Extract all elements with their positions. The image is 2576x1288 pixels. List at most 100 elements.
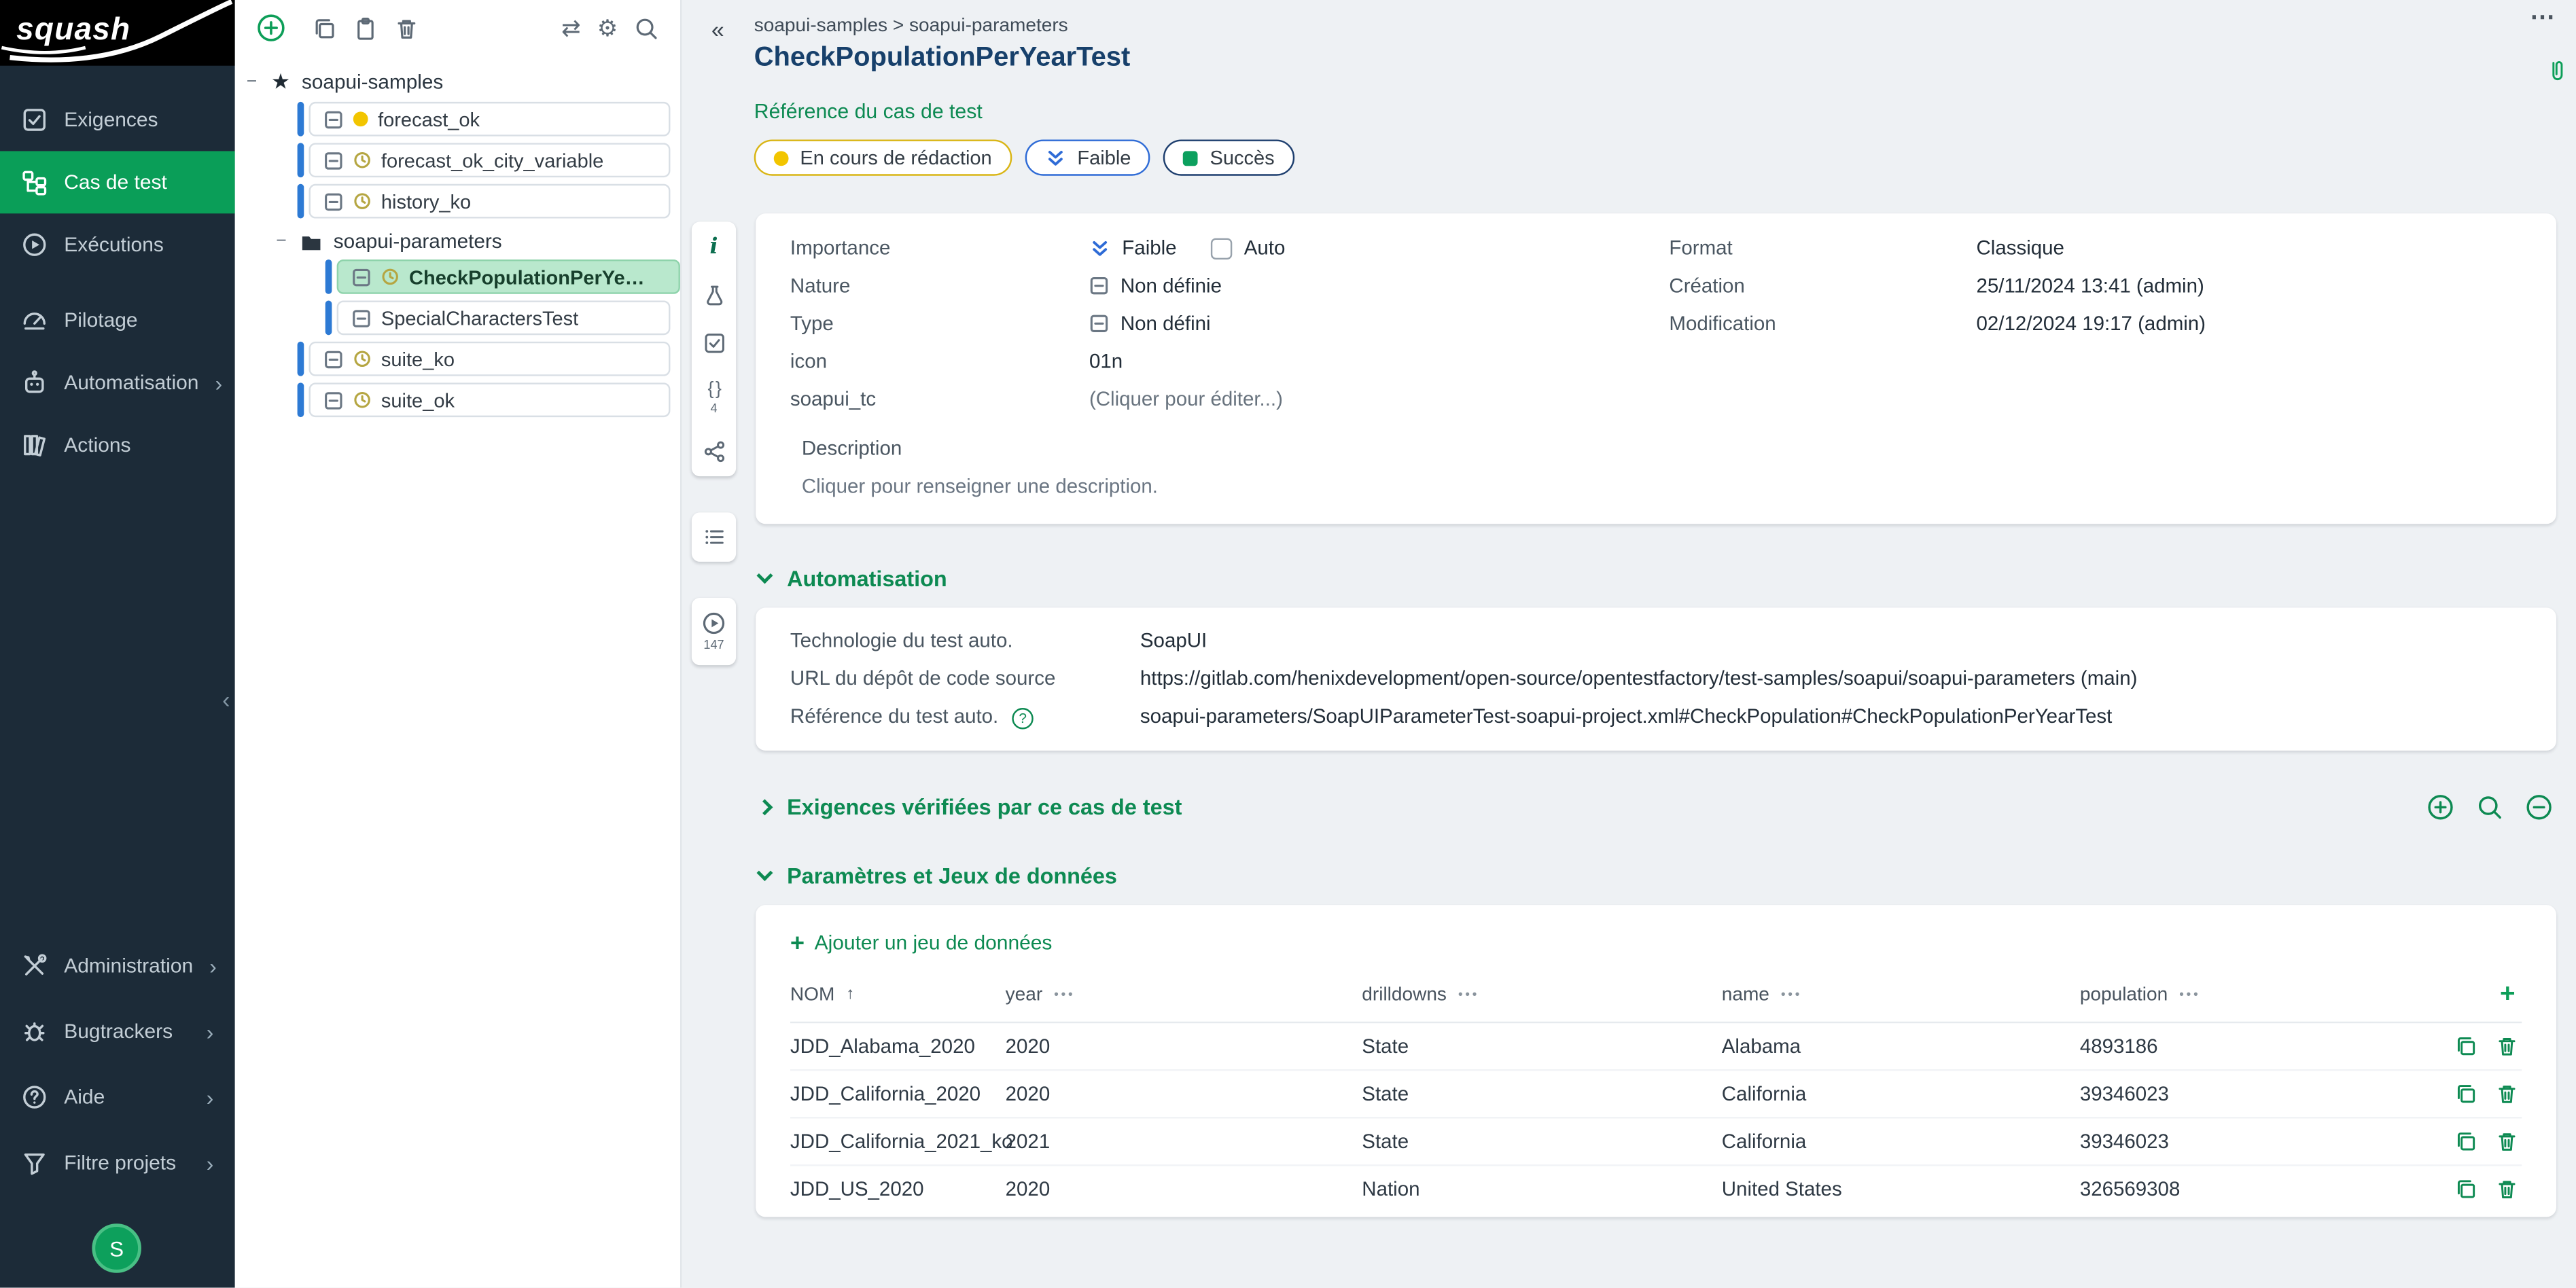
drag-handle[interactable] xyxy=(325,300,332,335)
column-header-population[interactable]: population ••• xyxy=(2080,984,2327,1005)
section-requirements-header[interactable]: Exigences vérifiées par ce cas de test xyxy=(759,793,2553,821)
tree-node-forecast-ok[interactable]: forecast_ok xyxy=(309,102,671,137)
sidebar-item-filtre-projets[interactable]: Filtre projets › xyxy=(0,1130,235,1196)
sidebar-item-executions[interactable]: Exécutions xyxy=(0,213,235,276)
share-anchor[interactable] xyxy=(703,440,726,463)
column-header-year[interactable]: year ••• xyxy=(1006,984,1362,1005)
column-menu-icon[interactable]: ••• xyxy=(1781,987,1802,1002)
description-placeholder[interactable]: Cliquer pour renseigner une description. xyxy=(802,475,2522,498)
tree-project-root[interactable]: − ★ soapui-samples xyxy=(247,69,680,96)
sidebar-item-administration[interactable]: Administration › xyxy=(0,933,235,999)
tree-node-checkpopulationperyeartest[interactable]: CheckPopulationPerYearTest xyxy=(337,260,680,294)
column-header-drilldowns[interactable]: drilldowns ••• xyxy=(1362,984,1721,1005)
column-menu-icon[interactable]: ••• xyxy=(1054,987,1075,1002)
add-dataset-label: Ajouter un jeu de données xyxy=(815,931,1053,954)
column-header-nom[interactable]: NOM ↑ xyxy=(790,984,1006,1005)
automation-ref-value[interactable]: soapui-parameters/SoapUIParameterTest-so… xyxy=(1140,705,2522,728)
drag-handle[interactable] xyxy=(298,342,304,376)
dataset-row[interactable]: JDD_California_2020 2020 State Californi… xyxy=(790,1070,2522,1117)
link-requirement-icon[interactable] xyxy=(2427,793,2454,821)
breadcrumb[interactable]: soapui-samples > soapui-parameters xyxy=(754,15,1068,36)
requirements-anchor[interactable] xyxy=(703,332,726,355)
drag-handle[interactable] xyxy=(298,184,304,219)
tree-node-suite-ko[interactable]: suite_ko xyxy=(309,342,671,376)
sort-transfer-icon[interactable]: ⇄ xyxy=(561,16,580,39)
type-value[interactable]: Non défini xyxy=(1089,312,1669,335)
search-icon[interactable] xyxy=(634,16,658,40)
add-parameter-icon[interactable]: + xyxy=(2500,980,2522,1009)
column-menu-icon[interactable]: ••• xyxy=(2179,987,2200,1002)
status-badge-draft[interactable]: En cours de rédaction xyxy=(754,140,1012,176)
scroll-content[interactable]: i { } 4 xyxy=(682,205,2576,1287)
paste-icon[interactable] xyxy=(353,16,378,40)
sidebar-collapse-icon[interactable]: ‹ xyxy=(222,687,230,713)
information-anchor[interactable]: i xyxy=(709,235,718,260)
collapse-toggle-icon[interactable]: − xyxy=(276,232,289,251)
help-icon[interactable]: ? xyxy=(1012,707,1034,728)
delete-dataset-icon[interactable] xyxy=(2496,1178,2519,1201)
delete-dataset-icon[interactable] xyxy=(2496,1081,2519,1105)
squash-logo[interactable]: squash xyxy=(0,0,235,66)
soapui-tc-value[interactable]: (Cliquer pour éditer...) xyxy=(1089,388,1669,411)
sidebar-item-automatisation[interactable]: Automatisation › xyxy=(0,351,235,414)
tree-node-specialcharacterstest[interactable]: SpecialCharactersTest xyxy=(337,300,671,335)
section-automation-header[interactable]: Automatisation xyxy=(759,567,2553,591)
search-requirement-icon[interactable] xyxy=(2476,793,2504,821)
nature-value[interactable]: Non définie xyxy=(1089,274,1669,298)
tree-node-suite-ok[interactable]: suite_ok xyxy=(309,382,671,417)
parameters-anchor[interactable]: { } 4 xyxy=(708,379,720,415)
copy-icon[interactable] xyxy=(312,16,336,40)
row-actions xyxy=(2327,1129,2522,1152)
section-parameters-header[interactable]: Paramètres et Jeux de données xyxy=(759,863,2553,888)
sidebar-item-actions[interactable]: Actions xyxy=(0,414,235,476)
executions-anchor[interactable]: 147 xyxy=(692,598,736,665)
drag-handle[interactable] xyxy=(325,260,332,294)
tree-folder-soapui-parameters[interactable]: − soapui-parameters xyxy=(276,230,680,253)
gear-icon[interactable]: ⚙ xyxy=(597,16,618,39)
drag-handle[interactable] xyxy=(298,382,304,417)
collapse-tree-icon[interactable]: « xyxy=(711,16,724,43)
execution-status-badge[interactable]: Succès xyxy=(1164,140,1294,176)
list-anchor[interactable] xyxy=(692,512,736,562)
attachments-paperclip-icon[interactable] xyxy=(2546,59,2567,84)
sidebar-item-aide[interactable]: Aide › xyxy=(0,1065,235,1130)
tree-node-history-ko[interactable]: history_ko xyxy=(309,184,671,219)
unlink-requirement-icon[interactable] xyxy=(2525,793,2553,821)
sidebar-item-cas-de-test[interactable]: Cas de test xyxy=(0,151,235,213)
delete-dataset-icon[interactable] xyxy=(2496,1129,2519,1152)
sidebar-item-exigences[interactable]: Exigences xyxy=(0,89,235,151)
duplicate-dataset-icon[interactable] xyxy=(2454,1081,2477,1105)
collapse-toggle-icon[interactable]: − xyxy=(247,72,260,92)
drag-handle[interactable] xyxy=(298,102,304,137)
auto-checkbox[interactable] xyxy=(1211,237,1232,258)
delete-dataset-icon[interactable] xyxy=(2496,1034,2519,1057)
column-menu-icon[interactable]: ••• xyxy=(1458,987,1479,1002)
row-actions xyxy=(2327,1081,2522,1105)
tree-node-forecast-ok-city-variable[interactable]: forecast_ok_city_variable xyxy=(309,143,671,177)
sidebar-item-pilotage[interactable]: Pilotage xyxy=(0,289,235,352)
column-header-name[interactable]: name ••• xyxy=(1722,984,2080,1005)
sidebar-item-bugtrackers[interactable]: Bugtrackers › xyxy=(0,999,235,1065)
duplicate-dataset-icon[interactable] xyxy=(2454,1034,2477,1057)
duplicate-dataset-icon[interactable] xyxy=(2454,1178,2477,1201)
chevron-right-icon: › xyxy=(209,953,217,978)
automation-tech-value[interactable]: SoapUI xyxy=(1140,629,2522,652)
automation-url-value[interactable]: https://gitlab.com/henixdevelopment/open… xyxy=(1140,667,2522,690)
importance-value[interactable]: Faible Auto xyxy=(1089,236,1669,260)
dataset-row[interactable]: JDD_Alabama_2020 2020 State Alabama 4893… xyxy=(790,1022,2522,1070)
box-minus-icon xyxy=(1089,314,1109,334)
add-icon[interactable] xyxy=(256,13,286,43)
icon-field-value[interactable]: 01n xyxy=(1089,350,1669,373)
more-menu-icon[interactable]: ⋯ xyxy=(2530,1,2554,31)
automation-anchor[interactable] xyxy=(703,284,726,307)
importance-badge[interactable]: Faible xyxy=(1025,140,1150,176)
modification-value: 02/12/2024 19:17 (admin) xyxy=(1977,312,2522,335)
dataset-row[interactable]: JDD_California_2021_ko 2021 State Califo… xyxy=(790,1117,2522,1165)
user-avatar[interactable]: S xyxy=(92,1223,141,1273)
delete-icon[interactable] xyxy=(394,16,419,40)
dataset-row[interactable]: JDD_US_2020 2020 Nation United States 32… xyxy=(790,1165,2522,1213)
add-dataset-button[interactable]: + Ajouter un jeu de données xyxy=(790,925,2522,956)
tree-toolbar-right: ⇄ ⚙ xyxy=(561,16,658,40)
duplicate-dataset-icon[interactable] xyxy=(2454,1129,2477,1152)
drag-handle[interactable] xyxy=(298,143,304,177)
